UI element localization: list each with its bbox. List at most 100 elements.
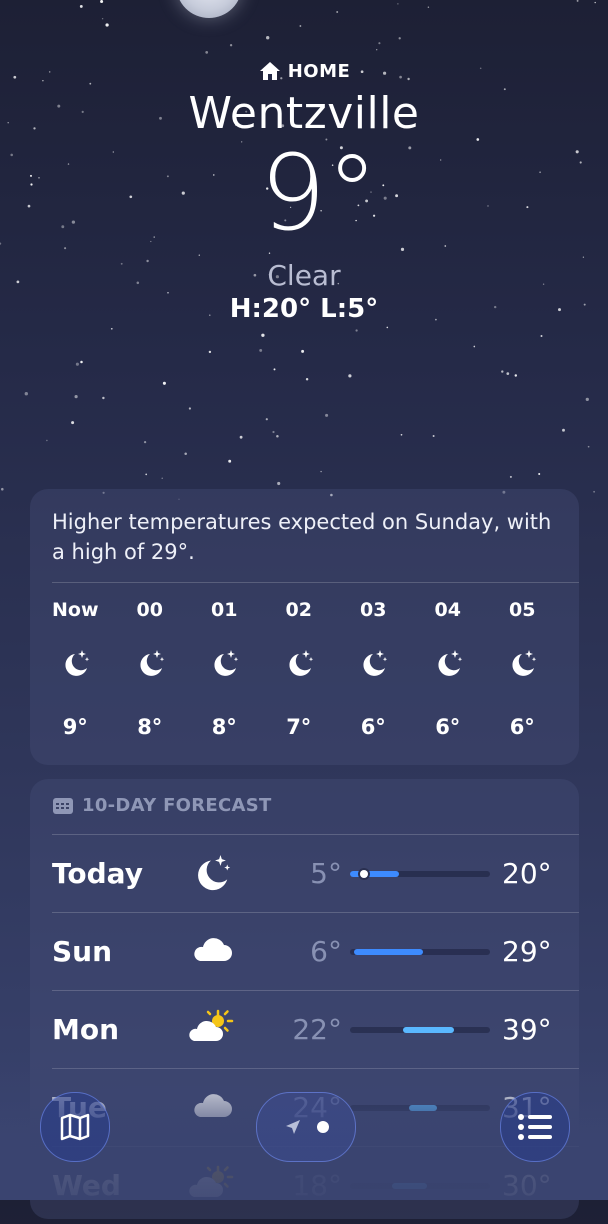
- forecast-day-label: Sun: [52, 935, 113, 968]
- forecast-day-row[interactable]: Sun 6° 29°: [52, 913, 579, 991]
- hour-column: 01 8°: [187, 599, 262, 739]
- ten-day-title: 10-DAY FORECAST: [82, 795, 272, 816]
- star: [46, 439, 48, 442]
- star: [325, 413, 329, 417]
- hour-time: 04: [434, 599, 461, 621]
- condition-text: Clear: [267, 259, 341, 292]
- star: [273, 368, 276, 371]
- star: [208, 350, 212, 354]
- home-label: HOME: [287, 60, 351, 82]
- star: [205, 51, 209, 54]
- location-pager-button[interactable]: [256, 1092, 356, 1162]
- temperature-range-fill: [403, 1027, 454, 1033]
- moon-stars-icon: [188, 851, 234, 891]
- hourly-list[interactable]: Now 9° 00 8° 01 8° 02 7° 03 6° 04 6° 05 6°: [30, 599, 579, 739]
- moon-stars-icon: [207, 647, 241, 679]
- forecast-high: 29°: [502, 935, 552, 968]
- star: [509, 475, 512, 478]
- hour-time: 03: [360, 599, 387, 621]
- star: [514, 374, 518, 377]
- star: [336, 11, 339, 13]
- temperature-range-bar: [350, 1027, 490, 1033]
- summary-divider: [52, 582, 579, 583]
- page-dot-icon: [317, 1121, 329, 1133]
- star: [80, 360, 83, 364]
- star: [276, 434, 279, 438]
- star: [229, 44, 233, 47]
- star: [71, 421, 75, 425]
- hour-temperature: 7°: [286, 715, 312, 739]
- star: [397, 3, 399, 5]
- current-temp-dot: [360, 870, 368, 878]
- hour-temperature: 8°: [137, 715, 163, 739]
- forecast-day-label: Today: [52, 857, 143, 890]
- hour-column: 03 6°: [336, 599, 411, 739]
- forecast-low: 22°: [292, 1013, 342, 1046]
- map-button[interactable]: [40, 1092, 110, 1162]
- star: [110, 327, 113, 330]
- hour-time: 01: [211, 599, 238, 621]
- star: [355, 329, 358, 332]
- star: [432, 435, 435, 437]
- hour-temperature: 8°: [211, 715, 237, 739]
- moon-stars-icon: [431, 647, 465, 679]
- star: [473, 345, 476, 348]
- star: [75, 362, 79, 366]
- star: [261, 333, 265, 337]
- star: [299, 25, 302, 27]
- forecast-day-row[interactable]: Mon 22° 39°: [52, 991, 579, 1069]
- star: [376, 49, 378, 51]
- star: [100, 0, 104, 4]
- hour-time: 05: [509, 599, 536, 621]
- hour-temperature: 6°: [435, 715, 461, 739]
- locations-list-button[interactable]: [500, 1092, 570, 1162]
- star: [576, 0, 579, 2]
- star: [587, 445, 590, 448]
- star: [266, 36, 270, 40]
- temperature-range-bar: [350, 870, 490, 878]
- ten-day-header: 10-DAY FORECAST: [52, 795, 272, 816]
- hour-column: 00 8°: [113, 599, 188, 739]
- hour-column: Now 9°: [38, 599, 113, 739]
- map-icon: [60, 1113, 90, 1141]
- star: [184, 452, 187, 456]
- star: [161, 477, 163, 479]
- forecast-high: 39°: [502, 1013, 552, 1046]
- star: [585, 397, 589, 402]
- hour-temperature: 9°: [62, 715, 88, 739]
- star: [398, 37, 401, 40]
- temperature-range-fill: [350, 871, 399, 877]
- high-low-text: H:20° L:5°: [229, 294, 379, 324]
- star: [259, 348, 263, 352]
- star: [301, 349, 305, 353]
- hour-temperature: 6°: [360, 715, 386, 739]
- star: [102, 396, 105, 400]
- forecast-summary: Higher temperatures expected on Sunday, …: [52, 510, 552, 564]
- hour-column: 02 7°: [262, 599, 337, 739]
- location-arrow-icon: [286, 1120, 300, 1134]
- star: [277, 481, 281, 486]
- hour-time: Now: [51, 599, 99, 621]
- cloud-icon: [188, 929, 234, 969]
- house-icon: [259, 62, 280, 80]
- star: [348, 374, 352, 378]
- hour-column: 05 6°: [485, 599, 560, 739]
- star: [105, 23, 109, 27]
- forecast-day-row[interactable]: Today 5° 20°: [52, 835, 579, 913]
- star: [400, 433, 403, 436]
- star: [540, 335, 543, 337]
- star: [1, 487, 4, 491]
- star: [594, 1, 596, 4]
- star: [272, 430, 275, 434]
- forecast-low: 5°: [310, 857, 342, 890]
- star: [265, 418, 268, 421]
- partly-sunny-icon: [188, 1007, 234, 1047]
- home-label-row: HOME: [0, 60, 608, 82]
- star: [427, 6, 430, 9]
- hourly-forecast-card[interactable]: Higher temperatures expected on Sunday, …: [30, 489, 579, 765]
- list-icon: [518, 1114, 552, 1140]
- star: [228, 459, 232, 463]
- calendar-icon: [53, 797, 73, 814]
- moon-stars-icon: [58, 647, 92, 679]
- forecast-high: 20°: [502, 857, 552, 890]
